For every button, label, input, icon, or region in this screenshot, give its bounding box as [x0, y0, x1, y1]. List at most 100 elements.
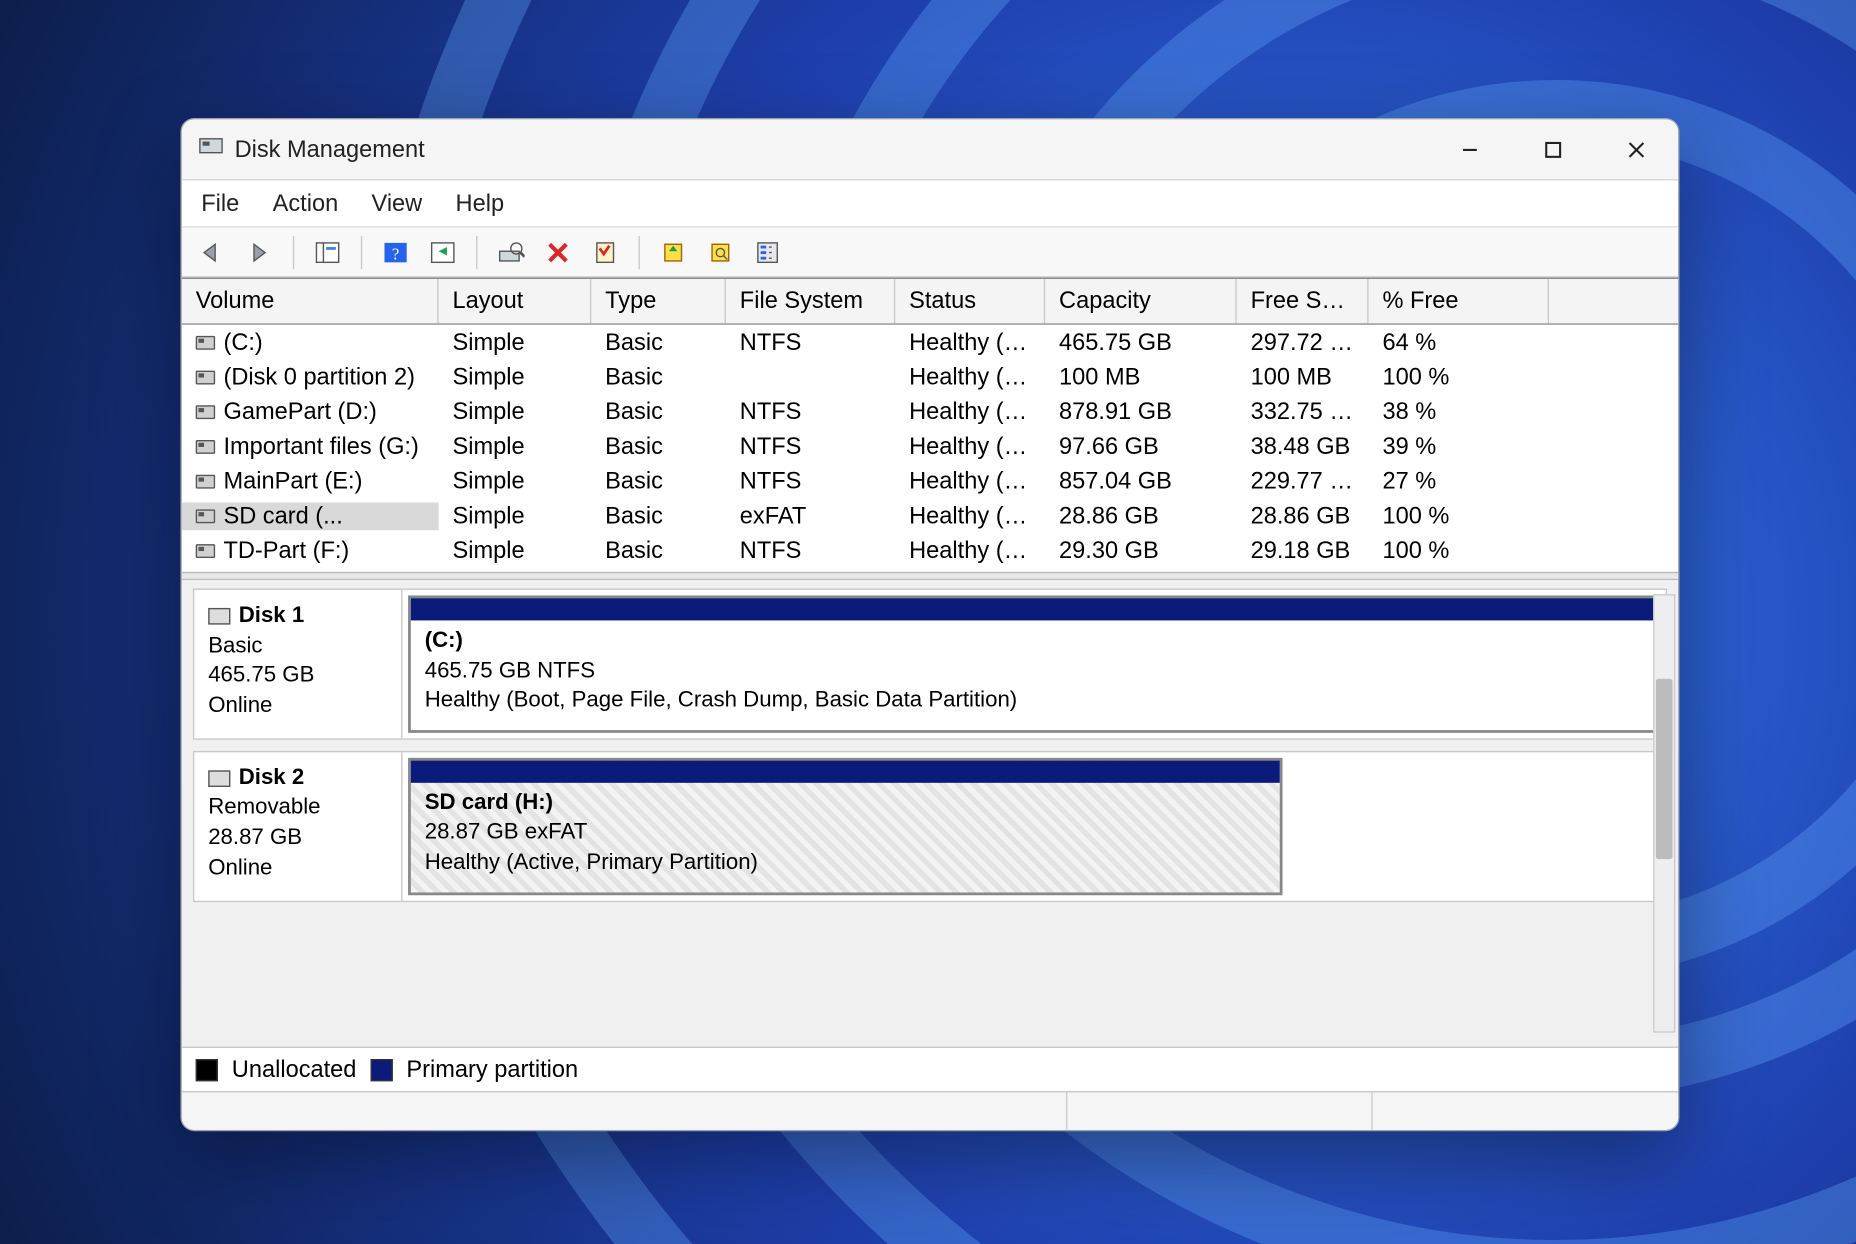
volume-list-header: Volume Layout Type File System Status Ca…	[182, 279, 1678, 325]
col-volume[interactable]: Volume	[182, 279, 439, 323]
titlebar[interactable]: Disk Management	[182, 119, 1678, 180]
volume-row[interactable]: (Disk 0 partition 2)SimpleBasicHealthy (…	[182, 359, 1678, 394]
disk-kind: Removable	[208, 793, 387, 823]
volume-layout: Simple	[439, 398, 592, 426]
volume-layout: Simple	[439, 363, 592, 391]
disk-kind: Basic	[208, 631, 387, 661]
volume-free: 28.86 GB	[1237, 502, 1369, 530]
legend-swatch-primary	[370, 1058, 392, 1080]
partition-title: SD card (H:)	[425, 791, 553, 815]
volume-type: Basic	[591, 363, 726, 391]
splitter[interactable]	[182, 572, 1678, 580]
volume-row[interactable]: GamePart (D:) SimpleBasicNTFSHealthy (B..…	[182, 394, 1678, 429]
volume-pct-free: 38 %	[1369, 398, 1549, 426]
legend-swatch-unallocated	[196, 1058, 218, 1080]
col-layout[interactable]: Layout	[439, 279, 592, 323]
disk-icon	[208, 770, 230, 787]
volume-icon	[196, 440, 215, 454]
app-icon	[198, 133, 223, 165]
disk-state: Online	[208, 691, 387, 721]
partition[interactable]: (C:) 465.75 GB NTFS Healthy (Boot, Page …	[408, 595, 1660, 732]
volume-row[interactable]: SD card (...SimpleBasicexFATHealthy (A..…	[182, 498, 1678, 533]
menu-file[interactable]: File	[201, 189, 239, 217]
col-filesystem[interactable]: File System	[726, 279, 895, 323]
graphical-view[interactable]: Disk 1 Basic 465.75 GB Online (C:) 465.7…	[182, 580, 1678, 1046]
disk-info: Disk 2 Removable 28.87 GB Online	[194, 752, 402, 900]
partition-header-bar	[411, 760, 1280, 782]
volume-name: GamePart (D:)	[223, 398, 376, 424]
volume-name: TD-Part (F:)	[223, 536, 349, 562]
back-button[interactable]	[193, 232, 232, 271]
settings-button[interactable]	[748, 232, 787, 271]
col-status[interactable]: Status	[895, 279, 1045, 323]
partition-size-fs: 28.87 GB exFAT	[425, 818, 1266, 848]
volume-capacity: 465.75 GB	[1045, 328, 1237, 356]
volume-row[interactable]: MainPart (E:)SimpleBasicNTFSHealthy (B..…	[182, 464, 1678, 499]
volume-row[interactable]: TD-Part (F:)SimpleBasicNTFSHealthy (B...…	[182, 533, 1678, 568]
volume-icon	[196, 475, 215, 489]
volume-icon	[196, 371, 215, 385]
volume-free: 100 MB	[1237, 363, 1369, 391]
minimize-button[interactable]	[1428, 119, 1511, 180]
properties-button[interactable]	[586, 232, 625, 271]
disk-label: Disk 2	[239, 766, 304, 790]
scrollbar-thumb[interactable]	[1656, 679, 1673, 859]
volume-status: Healthy (B...	[895, 328, 1045, 356]
disk-state: Online	[208, 853, 387, 883]
volume-layout: Simple	[439, 502, 592, 530]
volume-icon	[196, 544, 215, 558]
volume-fs: exFAT	[726, 502, 895, 530]
col-capacity[interactable]: Capacity	[1045, 279, 1237, 323]
volume-fs: NTFS	[726, 467, 895, 495]
menu-view[interactable]: View	[372, 189, 423, 217]
disk-label: Disk 1	[239, 604, 304, 628]
partition-area: SD card (H:) 28.87 GB exFAT Healthy (Act…	[403, 752, 1666, 900]
toolbar: ?	[182, 228, 1678, 278]
disk-info: Disk 1 Basic 465.75 GB Online	[194, 590, 402, 738]
volume-row[interactable]: (C:)SimpleBasicNTFSHealthy (B...465.75 G…	[182, 325, 1678, 360]
volume-icon	[196, 509, 215, 523]
volume-list[interactable]: (C:)SimpleBasicNTFSHealthy (B...465.75 G…	[182, 325, 1678, 572]
volume-status: Healthy (B...	[895, 536, 1045, 564]
disk-size: 28.87 GB	[208, 823, 387, 853]
volume-type: Basic	[591, 398, 726, 426]
help-button[interactable]: ?	[376, 232, 415, 271]
window-title: Disk Management	[235, 135, 425, 163]
volume-type: Basic	[591, 328, 726, 356]
delete-button[interactable]	[539, 232, 578, 271]
disk-row[interactable]: Disk 2 Removable 28.87 GB Online SD card…	[193, 751, 1667, 902]
col-free-space[interactable]: Free Sp...	[1237, 279, 1369, 323]
export-list-button[interactable]	[654, 232, 693, 271]
volume-fs: NTFS	[726, 398, 895, 426]
col-type[interactable]: Type	[591, 279, 726, 323]
svg-text:?: ?	[392, 244, 399, 263]
volume-name: SD card (...	[223, 502, 342, 528]
menu-help[interactable]: Help	[456, 189, 505, 217]
col-percent-free[interactable]: % Free	[1369, 279, 1549, 323]
volume-layout: Simple	[439, 328, 592, 356]
volume-free: 297.72 GB	[1237, 328, 1369, 356]
scrollbar[interactable]	[1653, 594, 1675, 1033]
volume-pct-free: 39 %	[1369, 432, 1549, 460]
show-hide-tree-button[interactable]	[308, 232, 347, 271]
close-button[interactable]	[1595, 119, 1678, 180]
disk-row[interactable]: Disk 1 Basic 465.75 GB Online (C:) 465.7…	[193, 589, 1667, 740]
rescan-disks-button[interactable]	[491, 232, 530, 271]
find-button[interactable]	[701, 232, 740, 271]
volume-type: Basic	[591, 467, 726, 495]
partition-area: (C:) 465.75 GB NTFS Healthy (Boot, Page …	[403, 590, 1666, 738]
partition[interactable]: SD card (H:) 28.87 GB exFAT Healthy (Act…	[408, 758, 1282, 895]
volume-status: Healthy (B...	[895, 398, 1045, 426]
volume-pct-free: 100 %	[1369, 363, 1549, 391]
legend-primary: Primary partition	[406, 1056, 578, 1084]
volume-pct-free: 100 %	[1369, 502, 1549, 530]
maximize-button[interactable]	[1512, 119, 1595, 180]
volume-layout: Simple	[439, 467, 592, 495]
legend-unallocated: Unallocated	[232, 1056, 357, 1084]
forward-button[interactable]	[240, 232, 279, 271]
volume-row[interactable]: Important files (G:)SimpleBasicNTFSHealt…	[182, 429, 1678, 464]
menu-action[interactable]: Action	[273, 189, 339, 217]
volume-icon	[196, 336, 215, 350]
volume-layout: Simple	[439, 536, 592, 564]
refresh-button[interactable]	[423, 232, 462, 271]
